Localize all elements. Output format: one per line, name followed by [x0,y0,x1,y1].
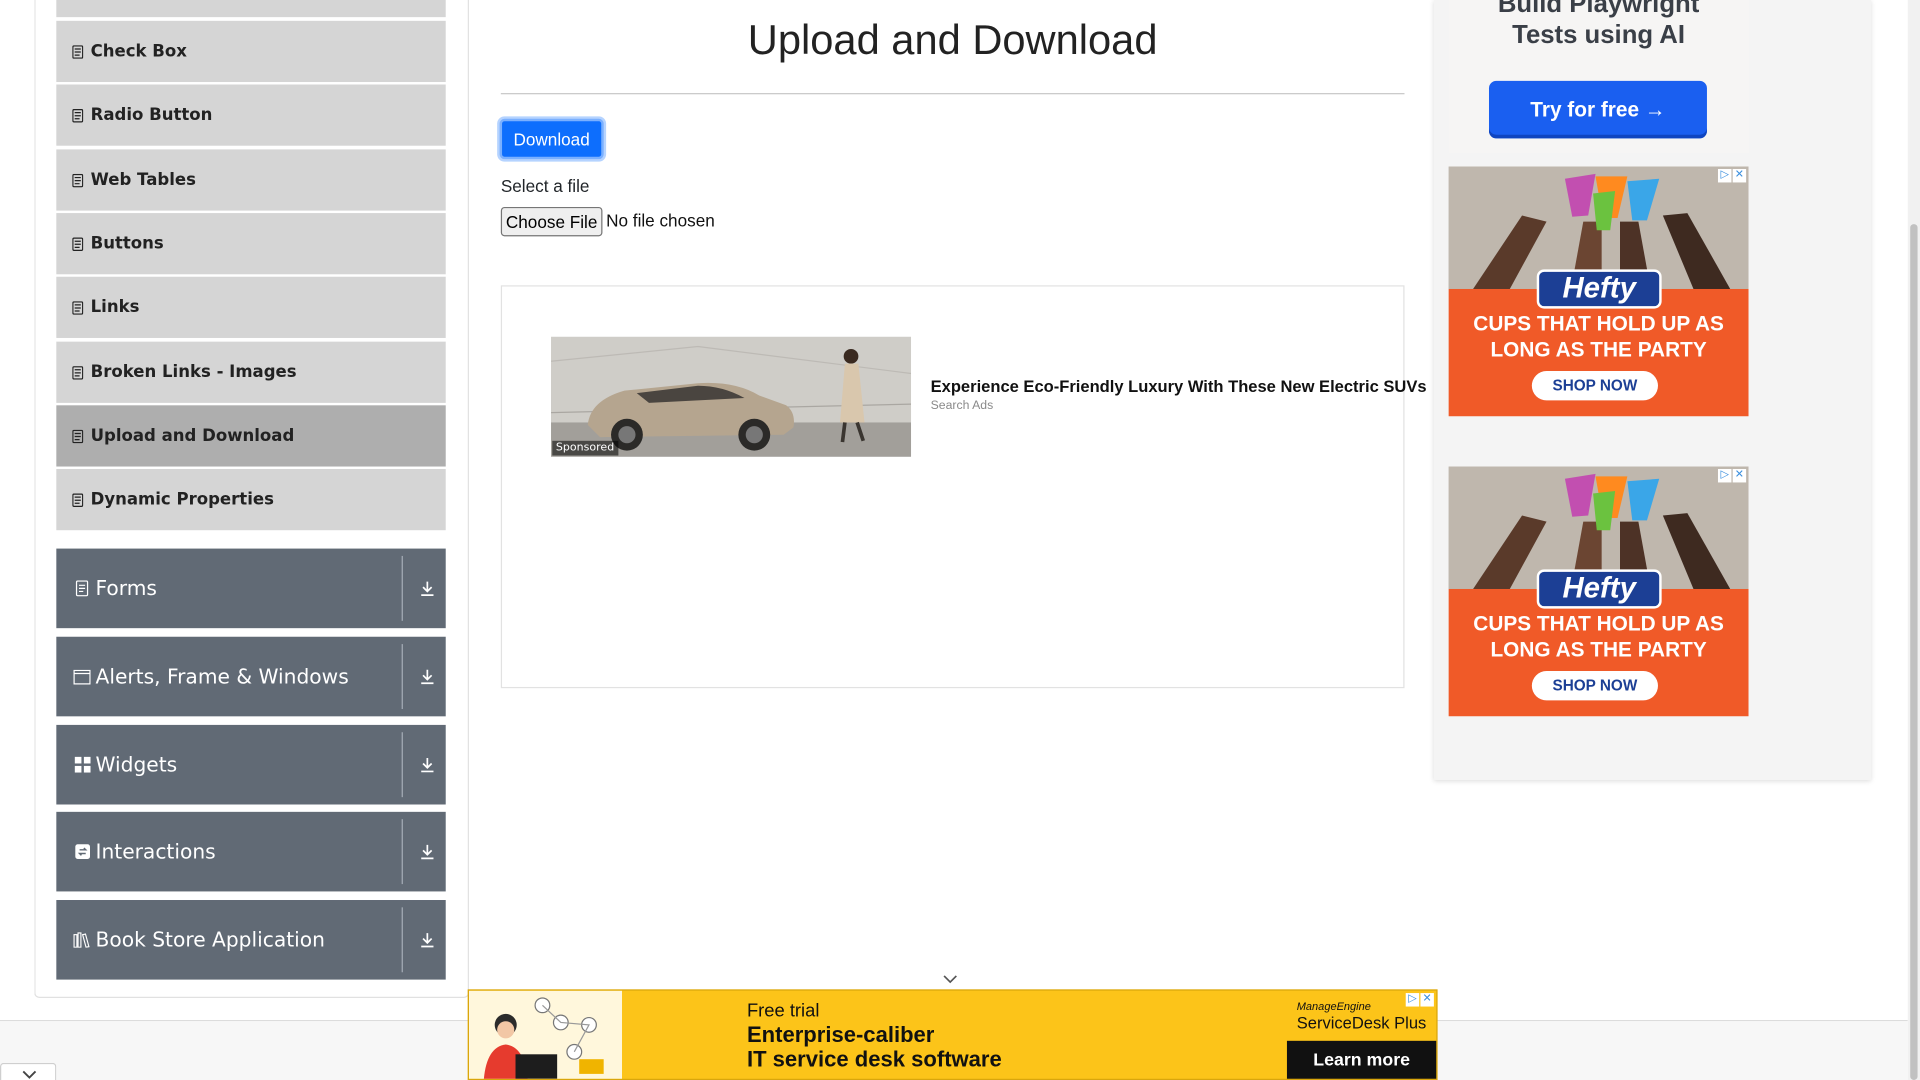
menu-item-broken-links-images[interactable]: Broken Links - Images [56,341,446,403]
hefty-tagline-line1: CUPS THAT HOLD UP AS [1473,612,1724,636]
widgets-icon [73,756,91,773]
bottom-ad-line3: IT service desk software [746,1046,1002,1072]
close-ad-icon[interactable]: ✕ [1420,993,1434,1007]
playwright-ad[interactable]: Build Playwright Tests using AI Try for … [1448,0,1749,154]
menu-item-label: Dynamic Properties [90,489,274,510]
shop-now-button[interactable]: SHOP NOW [1531,371,1658,401]
adchoices-icon[interactable]: ▷ [1717,468,1732,483]
bottom-ad-line1: Free trial [746,1000,820,1022]
list-item-icon [71,44,84,59]
list-item-icon [71,108,84,123]
ad-illustration [468,990,623,1079]
try-for-free-button[interactable]: Try for free → [1488,80,1707,139]
hefty-tagline-line2: LONG AS THE PARTY [1490,637,1707,662]
group-label: Forms [95,576,157,601]
adchoices-icon[interactable]: ▷ [1717,168,1732,183]
title-divider [500,93,1405,95]
page: Check Box Radio Button Web Tables Buttons Li… [0,0,1920,1080]
sponsored-badge: Sponsored [552,440,618,456]
download-arrow-icon[interactable] [419,929,436,949]
menu-item-radio-button[interactable]: Radio Button [56,84,446,146]
group-header-interactions[interactable]: Interactions [56,811,446,892]
menu-item-upload-and-download[interactable]: Upload and Download [56,405,446,467]
group-separator [401,907,403,973]
menu-item-label: Buttons [90,233,164,254]
adchoices-icons[interactable]: ▷ ✕ [1717,468,1747,483]
footer-toggle[interactable] [0,1062,57,1080]
menu-item-label: Check Box [90,41,187,62]
ad-headline-link[interactable]: Experience Eco-Friendly Luxury With Thes… [931,377,1427,395]
list-item-icon [71,492,84,507]
download-arrow-icon[interactable] [419,754,436,774]
hefty-logo: Hefty [1536,269,1662,309]
adchoices-icon[interactable]: ▷ [1405,993,1420,1007]
download-arrow-icon[interactable] [419,841,436,861]
menu-item-label: Upload and Download [90,426,295,446]
hefty-tagline-line2: LONG AS THE PARTY [1490,337,1707,362]
group-separator [401,555,403,621]
group-separator [401,819,403,885]
group-label: Interactions [95,840,216,864]
menu-item-check-box[interactable]: Check Box [56,20,446,83]
hefty-logo: Hefty [1536,569,1662,609]
select-file-label: Select a file [500,176,590,196]
bottom-ad-brand: ServiceDesk Plus [1296,1013,1427,1033]
menu-item-label: Broken Links - Images [90,362,297,383]
download-arrow-icon[interactable] [419,578,436,598]
bottom-ad-brand-small: ManageEngine [1296,1000,1371,1013]
learn-more-button[interactable]: Learn more [1286,1040,1437,1079]
document-icon [73,580,90,597]
chevron-down-icon [22,1070,37,1079]
list-item-icon [71,236,84,251]
list-item-icon [71,365,84,380]
window-icon [73,668,91,685]
group-header-alerts-frame-windows[interactable]: Alerts, Frame & Windows [56,636,446,717]
interactions-icon [73,843,90,860]
adchoices-icons[interactable]: ▷ ✕ [1405,993,1434,1007]
list-item-icon [71,300,84,315]
ad-image-suv[interactable] [551,336,912,457]
group-header-widgets[interactable]: Widgets [56,724,446,805]
menu-item-cutoff[interactable] [56,0,446,18]
hefty-tagline-line1: CUPS THAT HOLD UP AS [1473,312,1724,336]
menu-item-label: Web Tables [90,170,196,190]
choose-file-button[interactable]: Choose File [500,206,603,237]
menu-item-label: Links [90,297,140,318]
bottom-ad-line2: Enterprise-caliber [746,1022,935,1047]
chevron-down-icon[interactable] [938,972,962,987]
menu-item-links[interactable]: Links [56,276,446,338]
playwright-ad-line2: Tests using AI [1512,20,1686,49]
hefty-ad-1[interactable]: Hefty CUPS THAT HOLD UP AS LONG AS THE P… [1448,166,1749,417]
group-label: Widgets [95,753,178,777]
books-icon [73,931,90,948]
menu-item-label: Radio Button [90,105,213,125]
group-header-forms[interactable]: Forms [56,548,446,629]
no-file-chosen-text: No file chosen [606,210,715,231]
menu-item-web-tables[interactable]: Web Tables [56,149,446,211]
ad-source-label: Search Ads [930,399,994,413]
download-arrow-icon[interactable] [419,666,436,686]
hefty-tagline: CUPS THAT HOLD UP AS LONG AS THE PARTY [1449,311,1749,362]
hefty-ad-2[interactable]: Hefty CUPS THAT HOLD UP AS LONG AS THE P… [1448,466,1749,717]
close-ad-icon[interactable]: ✕ [1732,468,1747,483]
shop-now-button[interactable]: SHOP NOW [1531,671,1658,701]
playwright-ad-line1: Build Playwright [1497,0,1700,19]
menu-item-dynamic-properties[interactable]: Dynamic Properties [56,468,446,531]
group-separator [401,644,403,709]
group-label: Alerts, Frame & Windows [95,664,349,689]
page-title: Upload and Download [747,17,1158,64]
group-label: Book Store Application [95,928,325,952]
bottom-banner-ad[interactable]: Free trial Enterprise-caliber IT service… [467,989,1438,1080]
group-header-book-store-application[interactable]: Book Store Application [56,900,446,980]
scrollbar-thumb[interactable] [1910,224,1918,1080]
menu-item-buttons[interactable]: Buttons [56,213,446,275]
close-ad-icon[interactable]: ✕ [1732,168,1747,183]
download-button[interactable]: Download [499,118,604,160]
group-separator [401,732,403,798]
adchoices-icons[interactable]: ▷ ✕ [1717,168,1747,183]
list-item-icon [71,429,84,444]
hefty-tagline: CUPS THAT HOLD UP AS LONG AS THE PARTY [1449,611,1749,662]
list-item-icon [71,173,84,188]
